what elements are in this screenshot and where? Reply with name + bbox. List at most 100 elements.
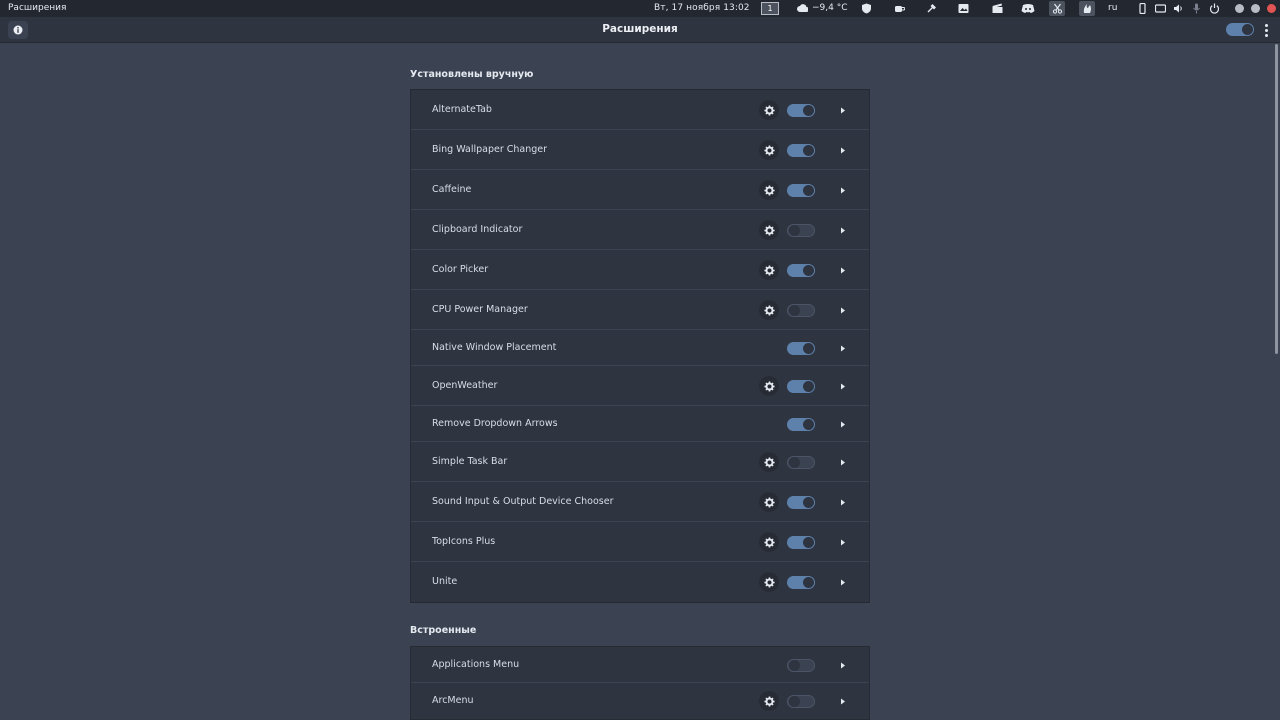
expand-arrow-icon[interactable] (839, 106, 847, 114)
expand-arrow-icon[interactable] (839, 146, 847, 154)
extension-name: ArcMenu (432, 694, 474, 706)
gear-icon (763, 184, 775, 196)
extension-toggle-switch[interactable] (787, 575, 815, 589)
extension-row: Simple Task Bar (411, 442, 869, 482)
extension-toggle-switch[interactable] (787, 379, 815, 393)
extension-toggle-switch[interactable] (787, 341, 815, 355)
extension-row: Sound Input & Output Device Chooser (411, 482, 869, 522)
expand-arrow-icon[interactable] (839, 697, 847, 705)
scrollbar[interactable] (1275, 44, 1278, 354)
expand-arrow-icon[interactable] (839, 186, 847, 194)
extension-row: Applications Menu (411, 647, 869, 683)
extension-toggle-switch[interactable] (787, 495, 815, 509)
close-window-button[interactable] (1267, 4, 1276, 13)
shield-icon[interactable] (860, 2, 873, 15)
extension-settings-button[interactable] (759, 452, 779, 472)
extension-toggle-switch[interactable] (787, 223, 815, 237)
expand-arrow-icon[interactable] (839, 344, 847, 352)
gear-icon (763, 104, 775, 116)
expand-arrow-icon[interactable] (839, 578, 847, 586)
gear-icon (763, 224, 775, 236)
phone-icon[interactable] (1136, 2, 1149, 15)
extension-toggle-switch[interactable] (787, 535, 815, 549)
expand-arrow-icon[interactable] (839, 458, 847, 466)
extension-toggle-switch[interactable] (787, 103, 815, 117)
gear-icon (763, 380, 775, 392)
extension-name: CPU Power Manager (432, 303, 528, 315)
extension-toggle-switch[interactable] (787, 658, 815, 672)
extension-row: Bing Wallpaper Changer (411, 130, 869, 170)
extension-name: Simple Task Bar (432, 455, 508, 467)
extensions-master-switch[interactable] (1226, 23, 1254, 36)
expand-arrow-icon[interactable] (839, 382, 847, 390)
expand-arrow-icon[interactable] (839, 538, 847, 546)
window-title: Расширения (602, 23, 678, 35)
gear-icon (763, 576, 775, 588)
extension-toggle-switch[interactable] (787, 143, 815, 157)
header-bar: Расширения (0, 17, 1280, 43)
extension-settings-button[interactable] (759, 492, 779, 512)
discord-icon[interactable] (1020, 2, 1036, 15)
extension-row: Clipboard Indicator (411, 210, 869, 250)
extension-settings-button[interactable] (759, 300, 779, 320)
extension-row: Native Window Placement (411, 330, 869, 366)
screen-icon[interactable] (1154, 2, 1167, 15)
extension-toggle-switch[interactable] (787, 455, 815, 469)
extension-name: Color Picker (432, 263, 489, 275)
section-title-builtin: Встроенные (410, 625, 477, 636)
extension-settings-button[interactable] (759, 691, 779, 711)
extension-toggle-switch[interactable] (787, 417, 815, 431)
microphone-icon[interactable] (1190, 2, 1203, 15)
extension-settings-button[interactable] (759, 532, 779, 552)
extension-toggle-switch[interactable] (787, 183, 815, 197)
gear-icon (763, 536, 775, 548)
workspace-indicator[interactable]: 1 (761, 2, 779, 15)
scissors-clipboard-icon[interactable] (1049, 1, 1065, 16)
clock[interactable]: Вт, 17 ноября 13:02 (654, 3, 750, 13)
expand-arrow-icon[interactable] (839, 266, 847, 274)
extension-toggle-switch[interactable] (787, 694, 815, 708)
extension-row: TopIcons Plus (411, 522, 869, 562)
clapperboard-icon[interactable] (991, 2, 1004, 15)
expand-arrow-icon[interactable] (839, 661, 847, 669)
extension-settings-button[interactable] (759, 140, 779, 160)
maximize-window-button[interactable] (1251, 4, 1260, 13)
extension-toggle-switch[interactable] (787, 303, 815, 317)
volume-icon[interactable] (1172, 2, 1185, 15)
keyboard-layout[interactable]: ru (1108, 3, 1117, 13)
coffee-cup-icon[interactable] (893, 2, 906, 15)
flame-icon[interactable] (1079, 1, 1095, 16)
color-dropper-icon[interactable] (925, 2, 938, 15)
extension-settings-button[interactable] (759, 572, 779, 592)
extension-name: AlternateTab (432, 103, 492, 115)
minimize-window-button[interactable] (1235, 4, 1244, 13)
extension-row: AlternateTab (411, 90, 869, 130)
extension-row: Remove Dropdown Arrows (411, 406, 869, 442)
extension-settings-button[interactable] (759, 180, 779, 200)
expand-arrow-icon[interactable] (839, 498, 847, 506)
extension-name: Clipboard Indicator (432, 223, 523, 235)
extension-name: TopIcons Plus (432, 535, 496, 547)
gear-icon (763, 496, 775, 508)
builtin-extensions-list: Applications Menu ArcMenu (410, 646, 870, 720)
active-app-menu[interactable]: Расширения (8, 3, 66, 13)
top-panel: Расширения Вт, 17 ноября 13:02 1 −9,4 °C… (0, 0, 1280, 17)
extension-settings-button[interactable] (759, 260, 779, 280)
weather-indicator[interactable]: −9,4 °C (797, 3, 848, 13)
extension-row: Unite (411, 562, 869, 602)
manual-extensions-list: AlternateTab Bing Wallpaper Changer Caffei… (410, 89, 870, 603)
power-icon[interactable] (1208, 2, 1221, 15)
extension-name: Bing Wallpaper Changer (432, 143, 548, 155)
extension-toggle-switch[interactable] (787, 263, 815, 277)
gear-icon (763, 304, 775, 316)
extension-settings-button[interactable] (759, 376, 779, 396)
expand-arrow-icon[interactable] (839, 306, 847, 314)
main-menu-button[interactable] (1259, 22, 1273, 38)
extension-name: Applications Menu (432, 658, 520, 670)
expand-arrow-icon[interactable] (839, 226, 847, 234)
extension-settings-button[interactable] (759, 220, 779, 240)
extension-row: ArcMenu (411, 683, 869, 719)
wallpaper-image-icon[interactable] (957, 2, 970, 15)
extension-settings-button[interactable] (759, 100, 779, 120)
expand-arrow-icon[interactable] (839, 420, 847, 428)
